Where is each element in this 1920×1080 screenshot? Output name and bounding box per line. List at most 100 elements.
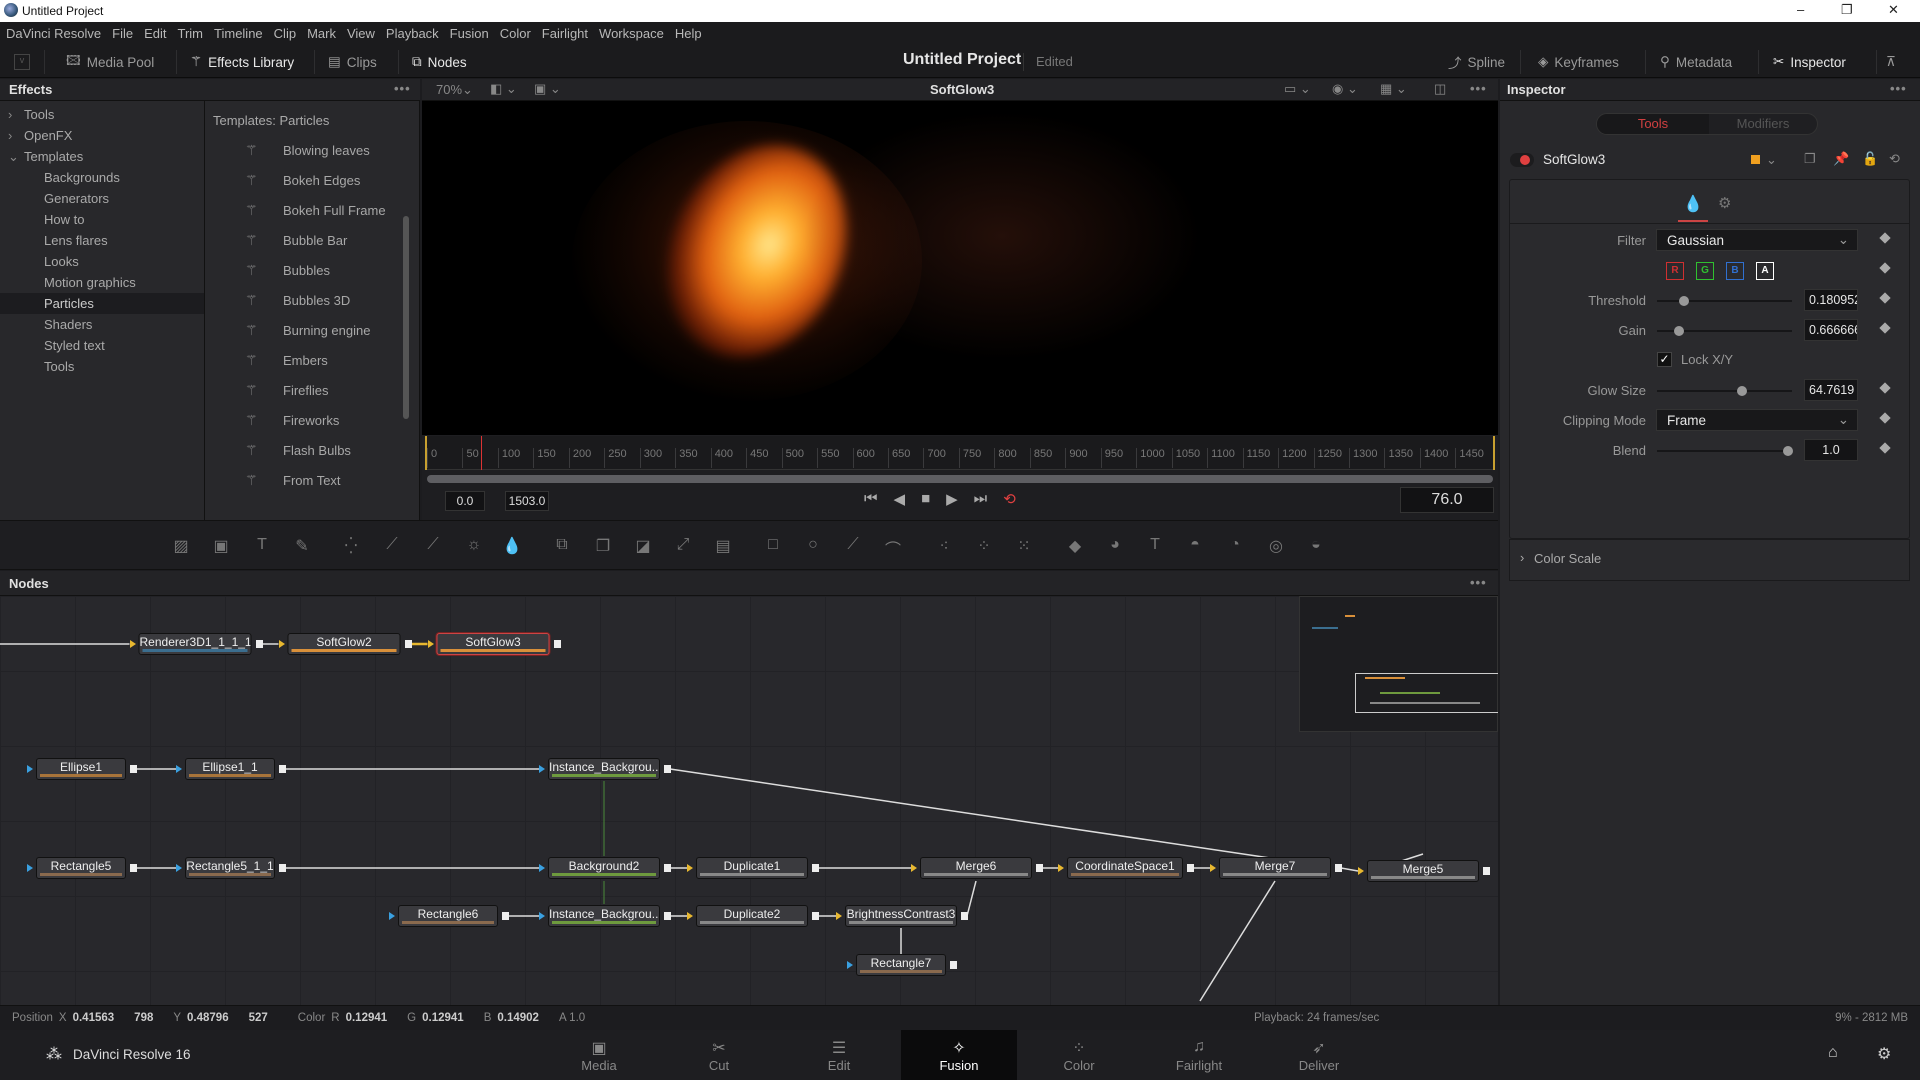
effects-library-button[interactable]: ⚚ Effects Library — [190, 51, 294, 73]
node-m7[interactable]: Merge7 — [1219, 857, 1331, 879]
menu-clip[interactable]: Clip — [274, 26, 296, 41]
node-output-port[interactable] — [950, 961, 957, 969]
template-list-scrollbar[interactable] — [403, 216, 409, 419]
pemitter-icon[interactable]: ⁖ — [933, 536, 955, 556]
node-sg2[interactable]: SoftGlow2 — [287, 633, 401, 655]
tree-item-openfx[interactable]: › OpenFX — [0, 125, 204, 146]
node-input-arrow-icon[interactable] — [687, 912, 693, 920]
node-output-port[interactable] — [1483, 867, 1490, 875]
slider-thumb[interactable] — [1737, 386, 1748, 396]
node-input-arrow-icon[interactable] — [129, 640, 136, 648]
keyframe-icon[interactable] — [1879, 442, 1891, 454]
channel-b-toggle[interactable]: B — [1726, 262, 1744, 280]
go-to-end-icon[interactable]: ⏭ — [974, 490, 988, 508]
split-view-icon[interactable]: ◫ — [1434, 81, 1446, 97]
page-cut[interactable]: ✂ Cut — [661, 1030, 777, 1080]
node-output-port[interactable] — [130, 765, 137, 773]
keyframe-icon[interactable] — [1879, 382, 1891, 394]
paint-icon[interactable]: ✎ — [291, 536, 313, 556]
node-output-port[interactable] — [279, 864, 286, 872]
node-output-port[interactable] — [812, 864, 819, 872]
template-item[interactable]: ⚚ Flash Bulbs — [205, 435, 405, 465]
node-el11[interactable]: Ellipse1_1 — [185, 758, 275, 780]
menu-playback[interactable]: Playback — [386, 26, 439, 41]
node-enable-toggle[interactable] — [1510, 153, 1534, 167]
brightness-icon[interactable]: ☼ — [463, 536, 485, 556]
node-input-arrow-icon[interactable] — [687, 864, 693, 872]
node-du2[interactable]: Duplicate2 — [696, 905, 808, 927]
viewer-roi-icon[interactable]: ▣ ⌄ — [534, 81, 561, 97]
color-channel-icon[interactable]: ◉ ⌄ — [1332, 81, 1358, 97]
menu-mark[interactable]: Mark — [307, 26, 336, 41]
lock-xy-checkbox[interactable]: ✓ — [1657, 352, 1672, 367]
template-item[interactable]: ⚚ Bubble Bar — [205, 225, 405, 255]
node-bg2[interactable]: Background2 — [548, 857, 660, 879]
page-fusion[interactable]: ✧ Fusion — [901, 1030, 1017, 1080]
node-input-arrow-icon[interactable] — [427, 640, 434, 648]
tree-subitem[interactable]: Motion graphics — [0, 272, 204, 293]
minimize-button[interactable]: – — [1797, 2, 1804, 17]
time-ruler[interactable]: 0 50 100 150 200 250 300 350 400 450 500 550 600 650 7… — [425, 436, 1495, 470]
close-button[interactable]: ✕ — [1888, 2, 1899, 18]
particle-emitter-icon[interactable]: ⁛ — [340, 536, 362, 556]
panel-toggle-button[interactable]: v — [14, 51, 30, 73]
nodes-options-icon[interactable]: ••• — [1470, 575, 1487, 590]
inspector-button[interactable]: ✂ Inspector — [1773, 51, 1846, 73]
keyframe-icon[interactable] — [1879, 322, 1891, 334]
color-corrector-icon[interactable]: ⟋ — [422, 536, 444, 556]
bspline-mask-icon[interactable]: ⌒ — [882, 536, 904, 559]
transform-icon[interactable]: ⧉ — [551, 536, 573, 556]
lock-icon[interactable]: 🔓 — [1862, 151, 1878, 167]
node-ib2[interactable]: Instance_Backgrou... — [548, 905, 660, 927]
blend-slider[interactable] — [1657, 446, 1793, 456]
node-input-arrow-icon[interactable] — [539, 864, 545, 872]
home-icon[interactable]: ⌂ — [1828, 1044, 1838, 1062]
loop-icon[interactable]: ⟲ — [1003, 490, 1016, 508]
keyframe-icon[interactable] — [1879, 292, 1891, 304]
template-item[interactable]: ⚚ Bokeh Edges — [205, 165, 405, 195]
node-input-arrow-icon[interactable] — [176, 864, 182, 872]
node-output-port[interactable] — [1335, 864, 1342, 872]
page-edit[interactable]: ☰ Edit — [781, 1030, 897, 1080]
background-icon[interactable]: ▨ — [170, 536, 192, 556]
tree-subitem[interactable]: Shaders — [0, 314, 204, 335]
node-cs1[interactable]: CoordinateSpace1 — [1067, 857, 1183, 879]
slider-thumb[interactable] — [1679, 296, 1689, 306]
effects-options-icon[interactable]: ••• — [394, 81, 411, 96]
keyframe-icon[interactable] — [1879, 262, 1891, 274]
template-item[interactable]: ⚚ Bubbles — [205, 255, 405, 285]
media-pool-button[interactable]: 🖾 Media Pool — [66, 51, 154, 73]
template-item[interactable]: ⚚ Embers — [205, 345, 405, 375]
template-item[interactable]: ⚚ Burning engine — [205, 315, 405, 345]
node-re511[interactable]: Rectangle5_1_1 — [185, 857, 275, 879]
node-input-arrow-icon[interactable] — [389, 912, 395, 920]
node-input-arrow-icon[interactable] — [1058, 864, 1064, 872]
node-output-port[interactable] — [404, 640, 412, 648]
letterbox-icon[interactable]: ▤ — [712, 536, 734, 556]
node-input-arrow-icon[interactable] — [176, 765, 182, 773]
text3d-icon[interactable]: T — [1144, 536, 1166, 556]
page-media[interactable]: ▣ Media — [541, 1030, 657, 1080]
fullscreen-toggle-icon[interactable]: ⊼ — [1886, 51, 1896, 73]
channel-g-toggle[interactable]: G — [1696, 262, 1714, 280]
clips-button[interactable]: ▤ Clips — [328, 51, 377, 73]
rectangle-mask-icon[interactable]: □ — [762, 536, 784, 556]
tree-subitem[interactable]: How to — [0, 209, 204, 230]
render-end-field[interactable]: 1503.0 — [505, 491, 549, 511]
node-output-port[interactable] — [255, 640, 263, 648]
current-frame-field[interactable]: 76.0 — [1400, 487, 1494, 513]
glow-size-slider[interactable] — [1657, 386, 1792, 396]
node-output-port[interactable] — [812, 912, 819, 920]
page-deliver[interactable]: ➶ Deliver — [1261, 1030, 1377, 1080]
spline-button[interactable]: ⤴ Spline — [1448, 51, 1505, 73]
node-r3d[interactable]: Renderer3D1_1_1_1 — [138, 633, 252, 655]
node-input-arrow-icon[interactable] — [539, 765, 545, 773]
imageplane3d-icon[interactable]: ◒ — [1305, 536, 1327, 556]
color-curves-icon[interactable]: ⟋ — [381, 536, 403, 556]
node-input-arrow-icon[interactable] — [1358, 867, 1364, 875]
node-input-arrow-icon[interactable] — [539, 912, 545, 920]
shape3d-icon[interactable]: ◆ — [1064, 536, 1086, 556]
merge3d-icon[interactable]: ◕ — [1104, 536, 1126, 556]
image-plane-icon[interactable]: ▣ — [210, 536, 232, 556]
tree-item-templates[interactable]: ⌄ Templates — [0, 146, 204, 167]
